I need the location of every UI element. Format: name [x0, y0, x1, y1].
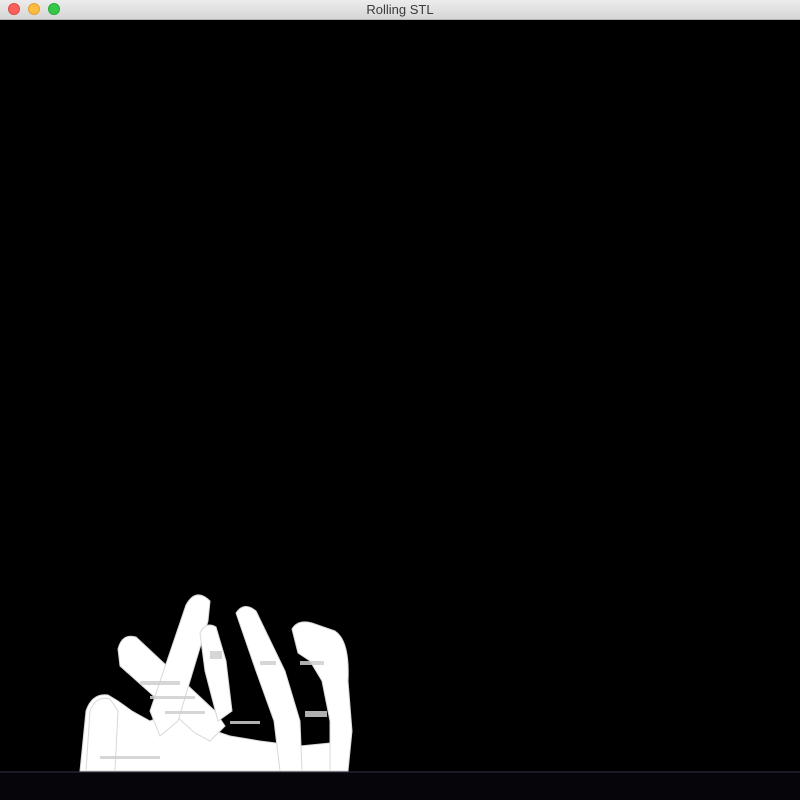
title-bar[interactable]: Rolling STL — [0, 0, 800, 20]
shade-strip-5 — [305, 711, 327, 717]
shade-strip-2 — [150, 696, 195, 699]
shade-strip-1 — [140, 681, 180, 685]
shade-strip-6 — [260, 661, 276, 665]
model-finger-1 — [85, 697, 119, 772]
scene-canvas — [0, 594, 800, 800]
shade-strip-8 — [100, 756, 160, 759]
shade-strip-4 — [300, 661, 324, 665]
shade-strip-7 — [210, 651, 222, 659]
floor-plane — [0, 771, 800, 800]
shade-strip-3 — [165, 711, 205, 714]
render-viewport[interactable] — [0, 21, 800, 800]
app-window: Rolling STL — [0, 0, 800, 800]
shade-strip-9 — [230, 721, 260, 724]
stl-model — [79, 594, 353, 772]
window-title: Rolling STL — [366, 2, 434, 17]
